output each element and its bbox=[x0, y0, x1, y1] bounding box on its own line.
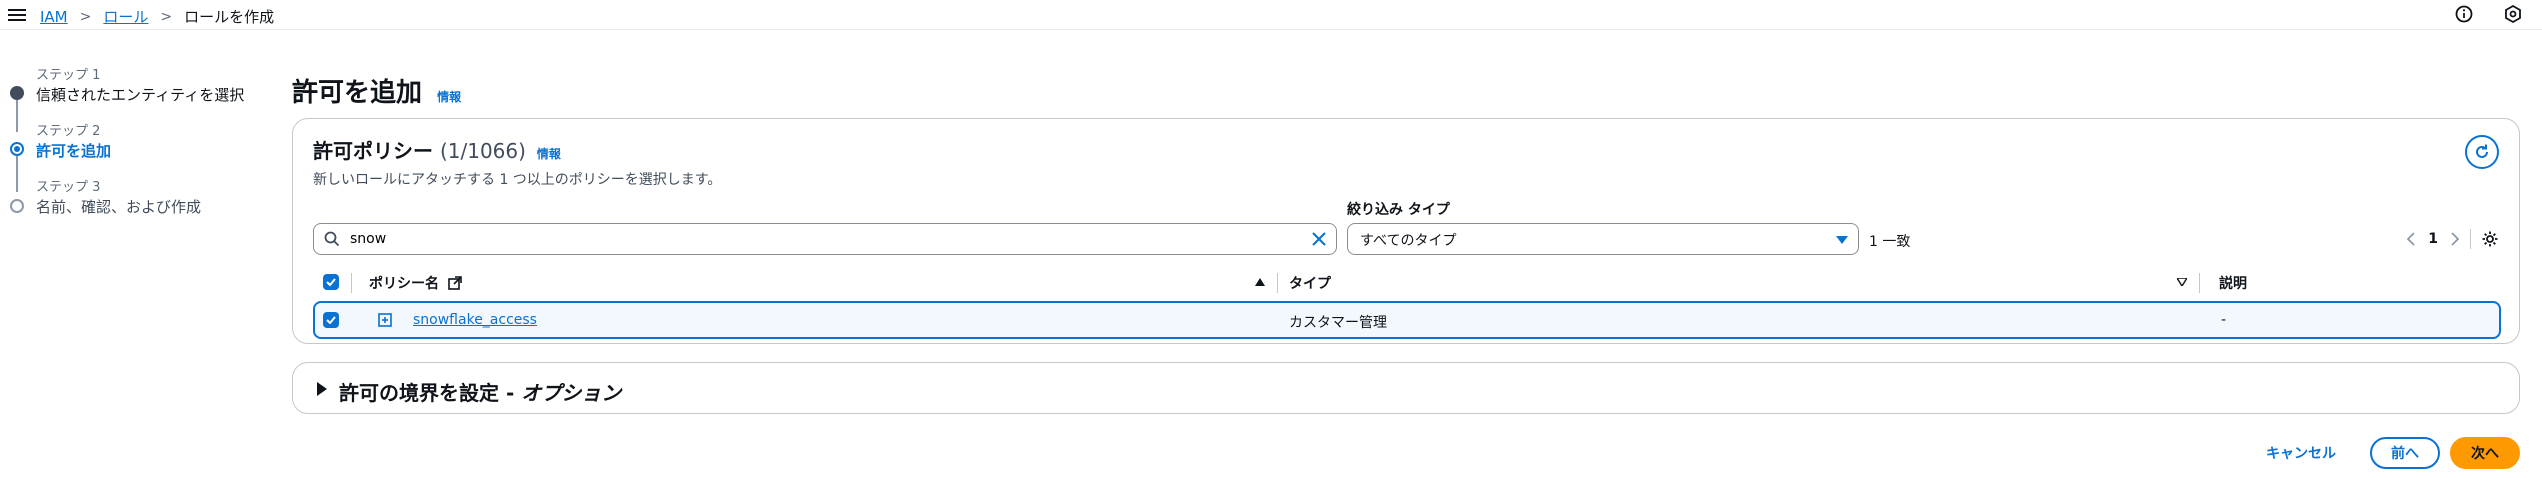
step-3-number: ステップ 3 bbox=[36, 180, 101, 195]
gear-icon[interactable] bbox=[2481, 230, 2499, 248]
policy-description: - bbox=[2221, 312, 2227, 328]
column-separator bbox=[1277, 273, 1278, 293]
policy-name-header-label: ポリシー名 bbox=[369, 276, 439, 292]
info-icon[interactable] bbox=[2454, 4, 2474, 24]
filter-type-select[interactable]: すべてのタイプ bbox=[1347, 223, 1859, 255]
chevron-right-icon: > bbox=[160, 8, 173, 25]
refresh-icon bbox=[2476, 144, 2488, 158]
search-input[interactable] bbox=[350, 228, 1290, 250]
caret-right-icon bbox=[317, 382, 327, 396]
column-header-type[interactable]: タイプ bbox=[1289, 273, 1331, 293]
step-2-current-icon bbox=[10, 142, 24, 156]
sort-ascending-icon[interactable] bbox=[1255, 278, 1265, 286]
cancel-button[interactable]: キャンセル bbox=[2256, 437, 2346, 469]
page-info-link[interactable]: 情報 bbox=[437, 90, 461, 104]
table-row[interactable]: snowflake_access カスタマー管理 - bbox=[313, 301, 2501, 339]
policies-count: (1/1066) bbox=[439, 139, 526, 163]
previous-button[interactable]: 前へ bbox=[2370, 437, 2440, 469]
search-field[interactable] bbox=[313, 223, 1337, 255]
boundary-title-text: 許可の境界を設定 - bbox=[339, 381, 522, 405]
step-1-number: ステップ 1 bbox=[36, 68, 101, 83]
breadcrumb-roles[interactable]: ロール bbox=[103, 6, 148, 27]
column-header-policy-name[interactable]: ポリシー名 bbox=[369, 273, 462, 293]
step-connector bbox=[16, 156, 18, 192]
page-number[interactable]: 1 bbox=[2428, 231, 2438, 247]
step-2-title: 許可を追加 bbox=[36, 142, 112, 160]
page-title-text: 許可を追加 bbox=[292, 78, 423, 108]
expand-plus-icon[interactable] bbox=[378, 313, 392, 327]
menu-icon[interactable] bbox=[8, 6, 26, 22]
filter-type-value: すべてのタイプ bbox=[1360, 233, 1457, 249]
policies-description: 新しいロールにアタッチする 1 つ以上のポリシーを選択します。 bbox=[313, 172, 722, 188]
search-icon bbox=[324, 231, 340, 247]
caret-down-icon bbox=[1836, 236, 1848, 244]
breadcrumb-iam[interactable]: IAM bbox=[40, 8, 68, 26]
table-header: ポリシー名 タイプ 説明 bbox=[313, 267, 2501, 297]
policies-info-link[interactable]: 情報 bbox=[537, 147, 561, 161]
step-connector bbox=[16, 100, 18, 132]
boundary-option-text: オプション bbox=[521, 381, 622, 405]
select-all-checkbox[interactable] bbox=[323, 274, 339, 290]
permissions-boundary-panel[interactable]: 許可の境界を設定 - オプション bbox=[292, 362, 2520, 414]
row-checkbox[interactable] bbox=[323, 312, 339, 328]
step-2-number: ステップ 2 bbox=[36, 124, 101, 139]
policy-type: カスタマー管理 bbox=[1289, 315, 1387, 331]
step-1-completed-icon bbox=[10, 86, 24, 100]
top-bar: IAM > ロール > ロールを作成 bbox=[0, 0, 2542, 30]
column-separator bbox=[351, 273, 352, 293]
step-3-pending-icon bbox=[10, 199, 24, 213]
breadcrumb-current: ロールを作成 bbox=[184, 8, 275, 26]
check-icon bbox=[326, 278, 336, 286]
chevron-left-icon[interactable] bbox=[2406, 232, 2416, 246]
next-button[interactable]: 次へ bbox=[2450, 437, 2520, 469]
chevron-right-icon: > bbox=[79, 8, 92, 25]
sort-icon[interactable] bbox=[2177, 278, 2187, 286]
filter-type-label: 絞り込み タイプ bbox=[1347, 202, 1450, 218]
column-header-description: 説明 bbox=[2219, 276, 2247, 292]
page-title: 許可を追加 情報 bbox=[292, 72, 461, 109]
match-count: 1 一致 bbox=[1869, 234, 1911, 250]
pager-divider bbox=[2470, 229, 2471, 249]
breadcrumb: IAM > ロール > ロールを作成 bbox=[40, 6, 274, 27]
step-3-title: 名前、確認、および作成 bbox=[36, 198, 202, 216]
pagination: 1 bbox=[2406, 223, 2499, 255]
step-1-title[interactable]: 信頼されたエンティティを選択 bbox=[36, 84, 244, 105]
permission-policies-panel: 許可ポリシー (1/1066) 情報 新しいロールにアタッチする 1 つ以上のポ… bbox=[292, 118, 2520, 344]
chevron-right-icon[interactable] bbox=[2450, 232, 2460, 246]
policy-name-link[interactable]: snowflake_access bbox=[413, 312, 537, 328]
check-icon bbox=[326, 316, 336, 324]
panel-title: 許可ポリシー (1/1066) 情報 bbox=[313, 135, 561, 164]
external-link-icon[interactable] bbox=[448, 276, 462, 290]
clear-icon[interactable] bbox=[1312, 232, 1326, 246]
refresh-button[interactable] bbox=[2465, 135, 2499, 169]
boundary-title: 許可の境界を設定 - オプション bbox=[339, 377, 621, 406]
settings-hexagon-icon[interactable] bbox=[2503, 4, 2523, 24]
policies-title: 許可ポリシー bbox=[313, 139, 433, 163]
column-separator bbox=[2199, 273, 2200, 293]
